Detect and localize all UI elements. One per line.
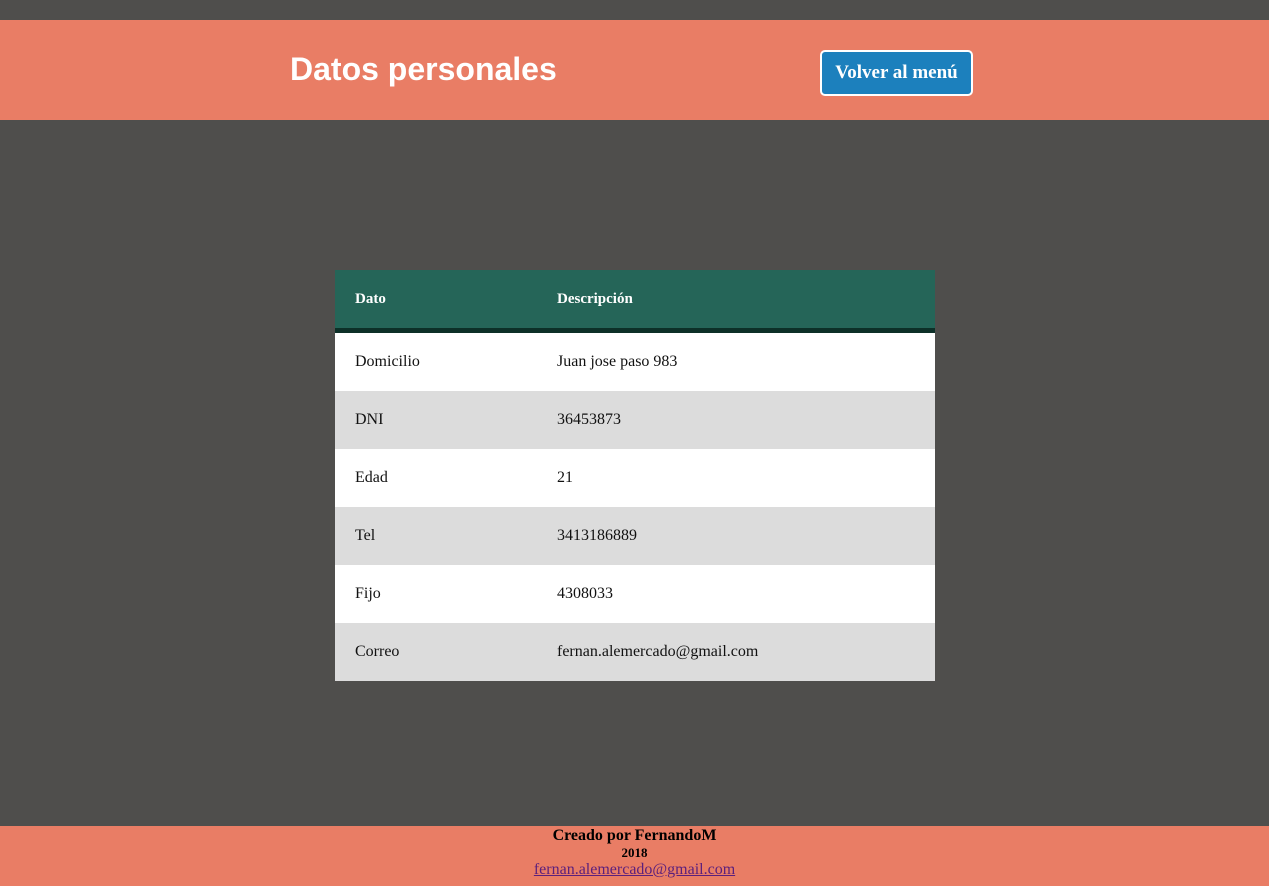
row-value: 36453873 [537,391,935,449]
row-value: Juan jose paso 983 [537,330,935,391]
personal-data-table: Dato Descripción Domicilio Juan jose pas… [335,270,935,681]
table-row: Correo fernan.alemercado@gmail.com [335,623,935,681]
footer-year: 2018 [621,845,648,860]
table-row: Fijo 4308033 [335,565,935,623]
back-to-menu-button[interactable]: Volver al menú [820,50,973,96]
table-row: Tel 3413186889 [335,507,935,565]
footer-credit: Creado por FernandoM [552,827,717,844]
header-bar: Datos personales Volver al menú [0,20,1269,120]
column-header-dato: Dato [335,270,537,333]
row-value: 4308033 [537,565,935,623]
row-label: Domicilio [335,330,537,391]
footer-bar: Creado por FernandoM 2018 fernan.alemerc… [0,826,1269,886]
row-label: DNI [335,391,537,449]
row-label: Edad [335,449,537,507]
footer-email-link[interactable]: fernan.alemercado@gmail.com [534,860,735,880]
row-label: Fijo [335,565,537,623]
row-label: Tel [335,507,537,565]
page-title: Datos personales [290,51,557,87]
row-value: fernan.alemercado@gmail.com [537,623,935,681]
table-row: DNI 36453873 [335,391,935,449]
row-value: 21 [537,449,935,507]
row-value: 3413186889 [537,507,935,565]
table-header-row: Dato Descripción [335,270,935,333]
column-header-descripcion: Descripción [537,270,935,333]
table-row: Edad 21 [335,449,935,507]
row-label: Correo [335,623,537,681]
table-row: Domicilio Juan jose paso 983 [335,330,935,391]
